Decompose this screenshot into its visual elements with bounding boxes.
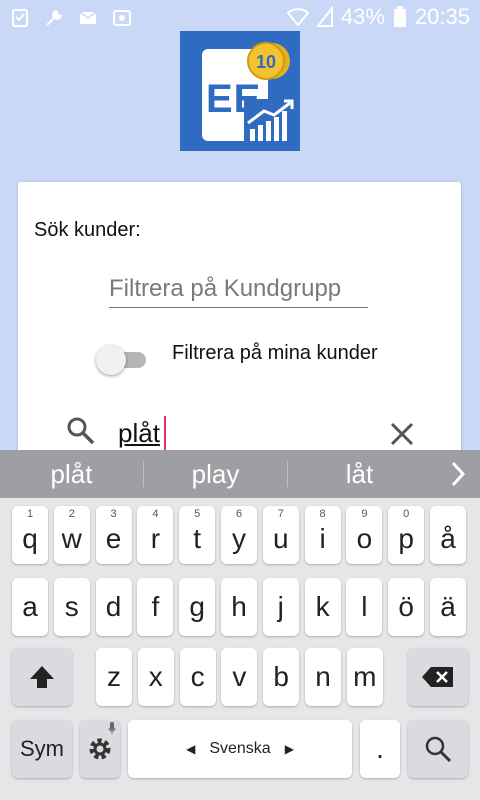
key-u[interactable]: 7u [262,506,299,564]
search-icon [67,417,95,445]
key-q[interactable]: 1q [12,506,48,564]
key-t[interactable]: 5t [179,506,216,564]
key-letter: p [398,523,414,554]
shift-key[interactable] [12,648,72,706]
key-ä[interactable]: ä [430,578,466,636]
key-v[interactable]: v [221,648,258,706]
key-n[interactable]: n [305,648,341,706]
key-w[interactable]: 2w [53,506,90,564]
customer-search-input[interactable]: plåt [118,418,160,449]
mail-icon [79,11,97,24]
chevron-right-icon[interactable] [450,460,466,488]
suggestion-3[interactable]: låt [288,459,431,490]
search-icon [425,736,452,763]
key-number-hint: 2 [68,508,75,520]
key-letter: u [273,523,289,554]
key-letter: r [150,523,161,554]
key-i[interactable]: 8i [304,506,341,564]
camera-icon [113,10,131,26]
app-logo: EE 10 [180,31,300,151]
suggestion-1[interactable]: plåt [0,459,143,490]
key-number-hint: 5 [194,508,201,520]
search-key[interactable] [408,720,468,778]
space-key[interactable]: ◀ Svenska ▶ [128,720,352,778]
symbols-key[interactable]: Sym [12,720,72,778]
coin-text: 10 [256,52,276,72]
key-s[interactable]: s [53,578,90,636]
key-number-hint: 0 [403,508,410,520]
on-screen-keyboard: 1q2w3e4r5t6y7u8i9o0på asdfghjklöä zxcvbn… [0,498,480,800]
key-o[interactable]: 9o [346,506,383,564]
microphone-icon [108,722,116,734]
key-number-hint: 3 [110,508,117,520]
backspace-key[interactable] [408,648,468,706]
word-suggestions-bar: plåt play låt [0,450,480,498]
key-number-hint: 6 [235,508,243,520]
key-letter: å [440,523,456,554]
chevron-left-icon: ◀ [186,742,196,756]
key-j[interactable]: j [262,578,299,636]
suggestion-2[interactable]: play [144,459,287,490]
growth-chart-icon [244,99,296,143]
customer-search-card: Sök kunder: Filtrera på mina kunder plåt [18,182,461,482]
key-h[interactable]: h [221,578,257,636]
key-ö[interactable]: ö [388,578,425,636]
wifi-icon [286,8,309,27]
gear-icon [89,738,111,760]
key-d[interactable]: d [95,578,132,636]
text-cursor [164,416,166,450]
key-letter: o [356,523,373,554]
key-å[interactable]: å [430,506,466,564]
clock: 20:35 [414,4,470,29]
keyboard-language-label: Svenska [209,740,271,757]
signal-icon [316,6,333,27]
key-f[interactable]: f [137,578,174,636]
coins-icon: 10 [247,42,290,80]
wrench-icon [46,9,63,26]
key-p[interactable]: 0p [388,506,425,564]
key-a[interactable]: a [12,578,48,636]
my-customers-toggle[interactable] [96,345,148,375]
customer-group-filter-input[interactable] [109,270,368,308]
key-z[interactable]: z [96,648,132,706]
battery-percent: 43% [340,4,385,29]
key-number-hint: 1 [26,508,34,520]
key-y[interactable]: 6y [221,506,257,564]
settings-key[interactable] [80,720,120,778]
key-letter: q [22,523,38,554]
key-letter: t [193,523,202,554]
key-r[interactable]: 4r [137,506,174,564]
battery-icon [393,6,406,27]
checklist-icon [12,9,28,27]
key-e[interactable]: 3e [95,506,132,564]
key-x[interactable]: x [137,648,174,706]
key-letter: w [61,523,82,554]
period-key[interactable]: . [360,720,400,778]
key-number-hint: 4 [152,508,159,520]
chevron-right-small-icon: ▶ [284,742,294,756]
notification-icons [10,8,132,28]
key-letter: i [319,523,326,554]
key-letter: e [105,523,122,554]
my-customers-toggle-label: Filtrera på mina kunder [172,342,378,364]
key-k[interactable]: k [304,578,341,636]
key-number-hint: 9 [361,508,368,520]
key-number-hint: 8 [319,508,326,520]
key-g[interactable]: g [179,578,216,636]
key-number-hint: 7 [277,508,284,520]
clear-search-icon[interactable] [390,422,414,446]
key-letter: y [232,523,246,554]
toggle-thumb [96,345,126,375]
key-b[interactable]: b [263,648,300,706]
search-customers-title: Sök kunder: [34,219,141,241]
key-m[interactable]: m [346,648,383,706]
backspace-icon [422,667,453,687]
system-status: 43% 20:35 [286,4,470,30]
shift-arrow-icon [30,666,54,688]
key-c[interactable]: c [179,648,216,706]
key-l[interactable]: l [346,578,383,636]
